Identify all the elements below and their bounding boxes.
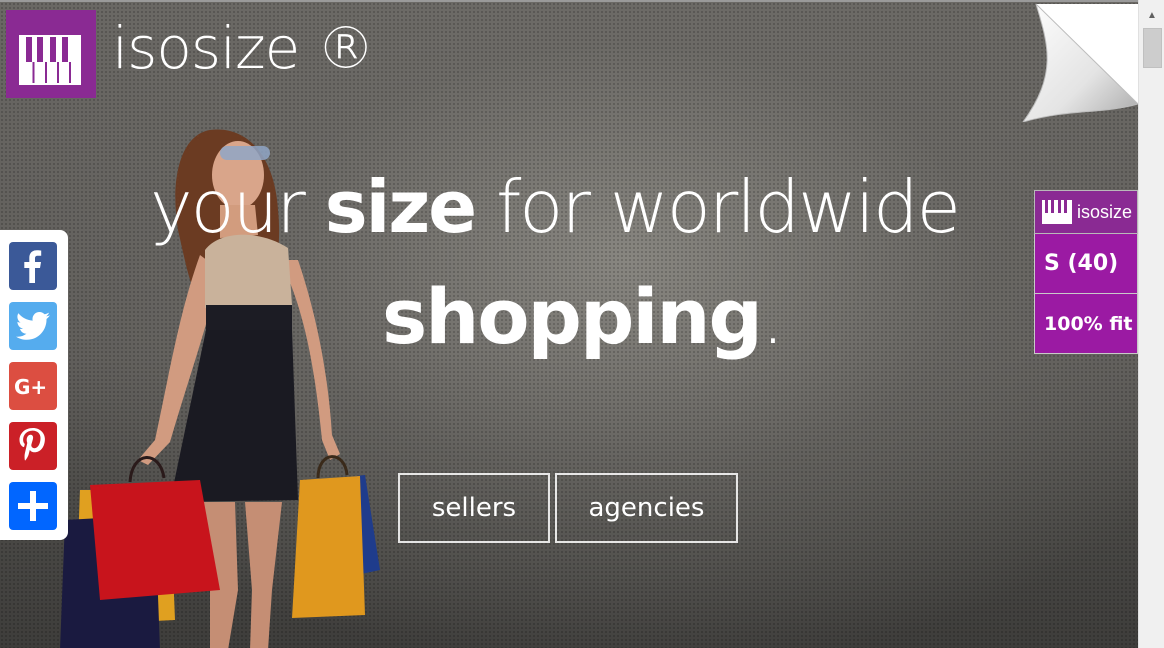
pinterest-share-button[interactable] bbox=[9, 422, 57, 470]
scroll-up-arrow-icon[interactable]: ▲ bbox=[1139, 2, 1164, 28]
headline-bold: size bbox=[324, 165, 477, 249]
scrollbar-thumb[interactable] bbox=[1143, 28, 1162, 68]
page-curl-corner[interactable] bbox=[1018, 4, 1138, 122]
widget-size: S (40) bbox=[1034, 234, 1138, 294]
brand-name[interactable]: isosize ® bbox=[112, 12, 375, 84]
facebook-share-button[interactable] bbox=[9, 242, 57, 290]
vertical-scrollbar[interactable]: ▲ bbox=[1138, 0, 1164, 648]
logo[interactable] bbox=[6, 10, 96, 98]
sellers-button[interactable]: sellers bbox=[398, 473, 550, 543]
hero-section: isosize ® your size for worldwide shoppi… bbox=[0, 0, 1138, 648]
twitter-icon bbox=[16, 312, 50, 340]
share-more-button[interactable] bbox=[9, 482, 57, 530]
google-plus-icon: G+ bbox=[14, 375, 47, 398]
widget-header: isosize bbox=[1034, 190, 1138, 234]
widget-brand: isosize bbox=[1077, 201, 1133, 222]
headline-line1: your size for worldwide bbox=[150, 165, 961, 249]
twitter-share-button[interactable] bbox=[9, 302, 57, 350]
headline-line2: shopping. bbox=[382, 272, 785, 361]
widget-fit: 100% fit bbox=[1034, 294, 1138, 354]
plus-icon bbox=[18, 491, 48, 521]
facebook-icon bbox=[24, 250, 42, 283]
pinterest-icon bbox=[19, 428, 45, 461]
google-plus-share-button[interactable]: G+ bbox=[9, 362, 57, 410]
piano-keys-icon bbox=[19, 35, 81, 85]
svg-text:G+: G+ bbox=[14, 375, 47, 398]
piano-keys-icon bbox=[1042, 200, 1072, 224]
size-widget[interactable]: isosize S (40) 100% fit bbox=[1034, 190, 1138, 354]
agencies-button[interactable]: agencies bbox=[555, 473, 738, 543]
social-share-bar: G+ bbox=[0, 230, 68, 540]
